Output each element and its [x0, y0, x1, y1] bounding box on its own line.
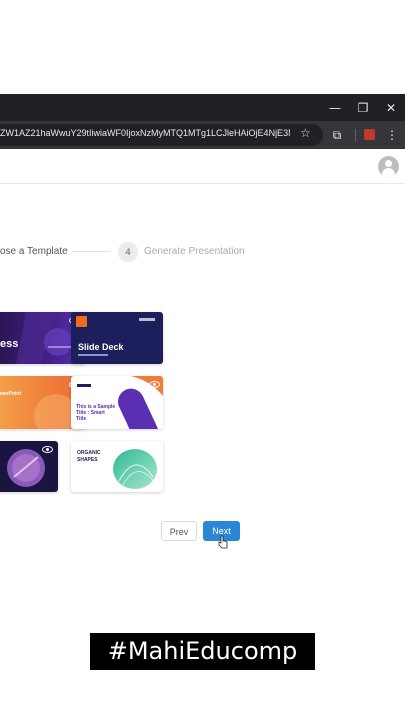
template-3-title: werPoint	[0, 391, 22, 397]
template-2-subtitle-line	[78, 354, 108, 356]
template-4-title: This is a Sample Title : Smart Title	[76, 404, 116, 422]
template-2-title: Slide Deck	[78, 342, 124, 352]
browser-toolbar: ZW1AZ21haWwuY29tIiwiaWF0IjoxNzMyMTQ1MTg1…	[0, 121, 405, 149]
template-card-2[interactable]: Slide Deck	[71, 312, 163, 364]
template-card-6[interactable]: ORGANIC SHAPES	[71, 441, 163, 492]
extension-icon[interactable]	[364, 129, 375, 140]
restore-icon[interactable]: ❐	[349, 94, 377, 121]
bookmark-star-icon[interactable]: ☆	[300, 126, 311, 140]
address-bar[interactable]: ZW1AZ21haWwuY29tIiwiaWF0IjoxNzMyMTQ1MTg1…	[0, 124, 323, 146]
step-choose-template-label: ose a Template	[0, 246, 68, 257]
minimize-icon[interactable]: —	[321, 94, 349, 121]
step-generate-presentation-label: Generate Presentation	[144, 246, 245, 257]
app-header	[0, 149, 405, 184]
template-2-brand	[139, 318, 155, 321]
prev-button[interactable]: Prev	[161, 521, 197, 541]
hand-cursor-icon	[218, 535, 228, 549]
screen: — ❐ ✕ ZW1AZ21haWwuY29tIiwiaWF0IjoxNzMyMT…	[0, 0, 405, 720]
close-window-icon[interactable]: ✕	[377, 94, 405, 121]
watermark-caption: #MahiEducomp	[90, 633, 315, 670]
extensions-puzzle-icon[interactable]: ⧉	[328, 125, 346, 145]
template-6-title: ORGANIC SHAPES	[77, 450, 101, 463]
template-card-4[interactable]: This is a Sample Title : Smart Title	[71, 376, 163, 429]
template-2-logo	[76, 316, 87, 327]
url-text: ZW1AZ21haWwuY29tIiwiaWF0IjoxNzMyMTQ1MTg1…	[0, 128, 290, 138]
step-4-number: 4	[118, 242, 138, 262]
template-card-5[interactable]	[0, 441, 58, 492]
browser-title-bar: — ❐ ✕	[0, 94, 405, 121]
preview-eye-icon[interactable]	[42, 446, 53, 453]
template-6-artwork	[113, 449, 157, 489]
user-avatar-icon[interactable]	[378, 156, 399, 177]
preview-eye-icon[interactable]	[149, 381, 160, 388]
template-1-title: ess	[0, 338, 19, 350]
toolbar-separator	[355, 129, 356, 142]
step-connector	[72, 251, 110, 252]
browser-menu-icon[interactable]: ⋮	[383, 125, 401, 145]
